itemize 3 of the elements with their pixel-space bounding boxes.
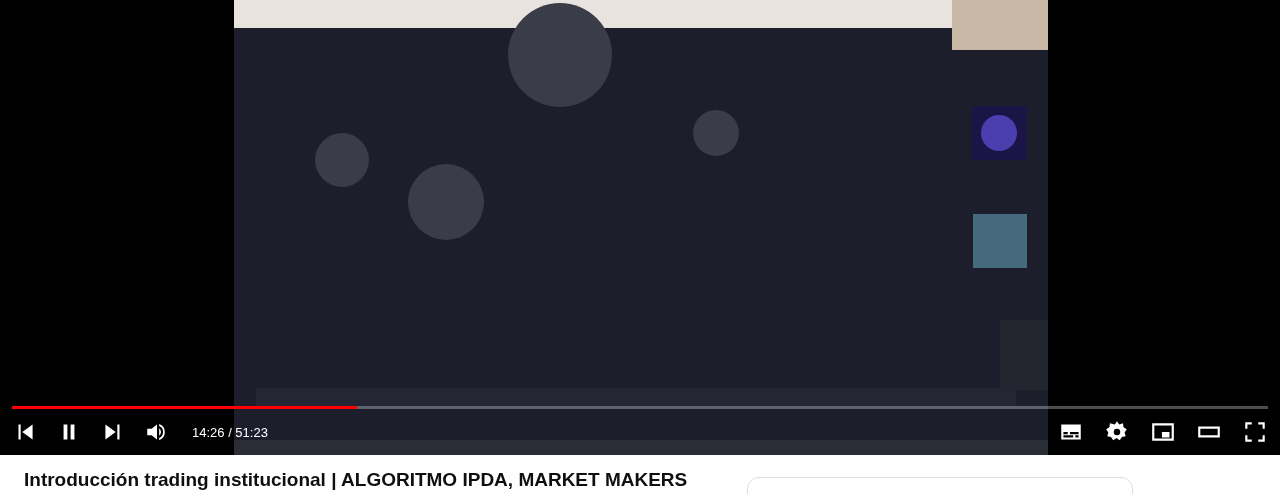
fullscreen-icon[interactable] [1242,419,1268,445]
video-title: Introducción trading institucional | ALGORITMO IPDA, MARKET MAKERS [24,469,688,491]
time-display: 14:26 / 51:23 [192,424,268,440]
